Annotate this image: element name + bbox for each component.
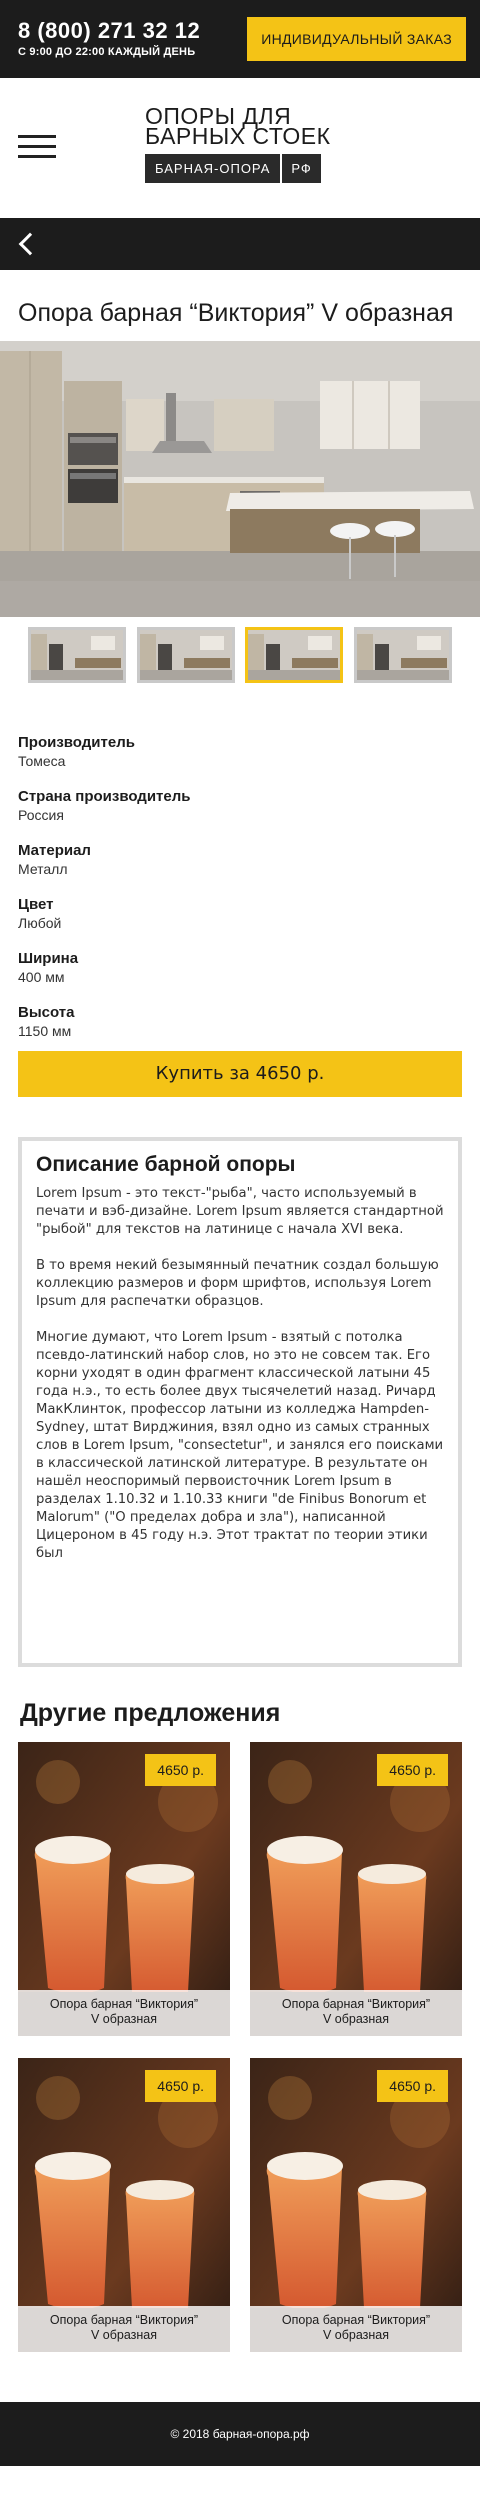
offer-caption: Опора барная “Виктория” V образная [250, 2306, 462, 2352]
offer-price: 4650 р. [377, 1754, 448, 1786]
thumbnail-image [356, 630, 449, 680]
contact-block: 8 (800) 271 32 12 С 9:00 ДО 22:00 КАЖДЫЙ… [18, 19, 200, 59]
spec-value: 1150 мм [18, 1023, 72, 1039]
custom-order-button[interactable]: ИНДИВИДУАЛЬНЫЙ ЗАКАЗ [247, 17, 466, 61]
thumbnail-image [31, 630, 123, 680]
logo-badge: БАРНАЯ-ОПОРА РФ [145, 154, 330, 183]
logo-badge-tld: РФ [282, 154, 321, 183]
spec-label: Высота [18, 1004, 75, 1021]
logo-line-2: БАРНЫХ СТОЕК [145, 123, 331, 149]
back-bar [0, 218, 480, 270]
description-paragraph: Lorem Ipsum - это текст-"рыба", часто ис… [36, 1186, 444, 1237]
spec-item: Страна производитель Россия [18, 787, 462, 824]
spec-label: Материал [18, 842, 91, 859]
kitchen-photo [0, 341, 480, 617]
offer-name-line-2: V образная [90, 2012, 158, 2026]
spec-item: Высота 1150 мм [18, 1003, 462, 1040]
thumbnail[interactable] [136, 627, 235, 683]
spec-value: Любой [18, 915, 62, 931]
spec-value: 400 мм [18, 969, 65, 985]
description-paragraph: Многие думают, что Lorem Ipsum - взятый … [36, 1330, 444, 1561]
spec-list: Производитель Томеса Страна производител… [0, 693, 480, 1040]
back-arrow-icon[interactable] [18, 232, 42, 256]
description-box: Описание барной опоры Lorem Ipsum - это … [18, 1137, 462, 1667]
other-offers-grid: 4650 р. Опора барная “Виктория” V образн… [0, 1742, 480, 2352]
spec-label: Производитель [18, 734, 135, 751]
offer-price: 4650 р. [145, 2070, 216, 2102]
menu-icon-bar [18, 145, 56, 148]
spec-value: Россия [18, 807, 64, 823]
product-title: Опора барная “Виктория” V образная [18, 299, 454, 327]
offer-caption: Опора барная “Виктория” V образная [18, 2306, 230, 2352]
offer-card[interactable]: 4650 р. Опора барная “Виктория” V образн… [250, 1742, 462, 2036]
thumbnail-strip [0, 617, 480, 693]
thumbnail-image [139, 630, 232, 680]
offer-card[interactable]: 4650 р. Опора барная “Виктория” V образн… [18, 1742, 230, 2036]
menu-icon-bar [18, 155, 56, 158]
offer-card[interactable]: 4650 р. Опора барная “Виктория” V образн… [250, 2058, 462, 2352]
spec-item: Производитель Томеса [18, 733, 462, 770]
offer-name-line-1: Опора барная “Виктория” [49, 1997, 199, 2011]
offer-name-line-2: V образная [322, 2328, 390, 2342]
offer-name-line-1: Опора барная “Виктория” [281, 1997, 431, 2011]
offer-name-line-2: V образная [90, 2328, 158, 2342]
description-paragraph: В то время некий безымянный печатник соз… [36, 1258, 439, 1309]
offer-price: 4650 р. [145, 1754, 216, 1786]
offer-caption: Опора барная “Виктория” V образная [18, 1990, 230, 2036]
working-hours: С 9:00 ДО 22:00 КАЖДЫЙ ДЕНЬ [18, 46, 196, 58]
phone-number[interactable]: 8 (800) 271 32 12 [18, 19, 200, 43]
product-main-image[interactable] [0, 341, 480, 617]
other-offers-title: Другие предложения [20, 1699, 281, 1727]
offer-caption: Опора барная “Виктория” V образная [250, 1990, 462, 2036]
site-logo[interactable]: ОПОРЫ ДЛЯ БАРНЫХ СТОЕК БАРНАЯ-ОПОРА РФ [145, 105, 331, 183]
offer-card[interactable]: 4650 р. Опора барная “Виктория” V образн… [18, 2058, 230, 2352]
top-bar: 8 (800) 271 32 12 С 9:00 ДО 22:00 КАЖДЫЙ… [0, 0, 480, 78]
offer-name-line-1: Опора барная “Виктория” [281, 2313, 431, 2327]
buy-button[interactable]: Купить за 4650 р. [18, 1051, 462, 1097]
spec-value: Томеса [18, 753, 66, 769]
thumbnail-active[interactable] [245, 627, 344, 683]
copyright-text: © 2018 барная-опора.рф [170, 2427, 310, 2441]
spec-item: Ширина 400 мм [18, 949, 462, 986]
offer-name-line-1: Опора барная “Виктория” [49, 2313, 199, 2327]
thumbnail-image [248, 630, 341, 680]
menu-icon[interactable] [18, 135, 56, 159]
spec-label: Ширина [18, 950, 79, 967]
spec-label: Страна производитель [18, 788, 191, 805]
logo-badge-domain: БАРНАЯ-ОПОРА [145, 154, 281, 183]
thumbnail[interactable] [28, 627, 126, 683]
site-header: ОПОРЫ ДЛЯ БАРНЫХ СТОЕК БАРНАЯ-ОПОРА РФ [0, 78, 480, 218]
spec-value: Металл [18, 861, 68, 877]
offer-price: 4650 р. [377, 2070, 448, 2102]
site-footer: © 2018 барная-опора.рф [0, 2402, 480, 2466]
description-title: Описание барной опоры [36, 1153, 296, 1176]
offer-name-line-2: V образная [322, 2012, 390, 2026]
spec-item: Материал Металл [18, 841, 462, 878]
spec-label: Цвет [18, 896, 54, 913]
spec-item: Цвет Любой [18, 895, 462, 932]
thumbnail[interactable] [353, 627, 452, 683]
menu-icon-bar [18, 135, 56, 138]
